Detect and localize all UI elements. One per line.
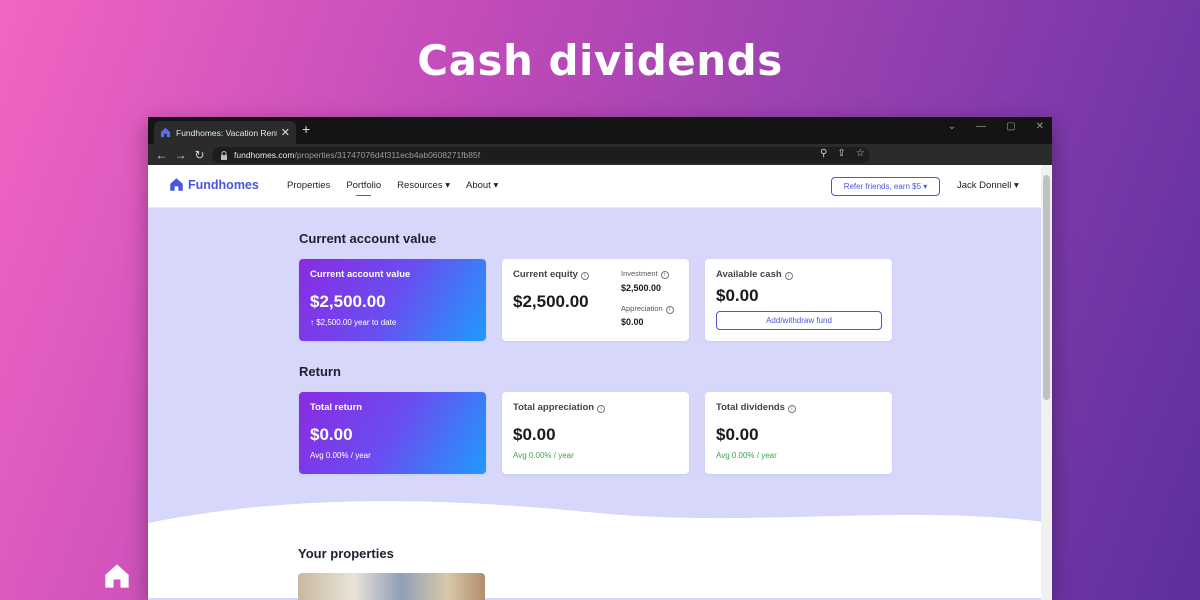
home-logo-icon: [170, 178, 183, 191]
menu-item-portfolio[interactable]: Portfolio: [346, 180, 381, 196]
investment-label: Investment i: [621, 269, 669, 279]
card-label: Current account value: [310, 269, 411, 280]
chevron-down-icon[interactable]: ⌄: [948, 121, 956, 132]
card-value: $0.00: [513, 425, 556, 444]
info-icon[interactable]: i: [660, 271, 669, 279]
address-bar: ← → ↻ fundhomes.com/properties/31747076d…: [148, 144, 1052, 165]
card-total-appreciation: Total appreciation i $0.00 Avg 0.00% / ye…: [502, 392, 689, 474]
lock-icon: [221, 150, 227, 160]
home-logo-icon: [160, 127, 171, 138]
main-menu: Properties Portfolio Resources ▾ About ▾: [287, 180, 514, 196]
window-controls: ⌄ — ▢ ✕: [948, 121, 1044, 132]
minimize-icon[interactable]: —: [976, 121, 986, 132]
back-arrow-icon[interactable]: ←: [152, 148, 171, 162]
maximize-icon[interactable]: ▢: [1006, 121, 1015, 132]
card-sub: Avg 0.00% / year: [310, 451, 371, 460]
info-icon[interactable]: i: [784, 272, 793, 280]
share-icon[interactable]: ⇪: [837, 148, 845, 159]
section-title-account: Current account value: [299, 231, 437, 246]
card-current-account-value: Current account value $2,500.00 ↑ $2,500…: [299, 259, 486, 341]
brand-name: Fundhomes: [188, 177, 259, 192]
browser-window: Fundhomes: Vacation Rental Inve ✕ + ⌄ — …: [148, 117, 1052, 600]
appreciation-label: Appreciation i: [621, 304, 674, 314]
tab-title: Fundhomes: Vacation Rental Inve: [176, 127, 277, 138]
card-value: $2,500.00: [310, 292, 386, 311]
section-title-return: Return: [299, 364, 341, 379]
user-menu[interactable]: Jack Donnell ▾: [957, 180, 1019, 191]
close-icon[interactable]: ✕: [1036, 121, 1044, 132]
card-sub: Avg 0.00% / year: [513, 451, 574, 460]
scrollbar[interactable]: [1041, 165, 1052, 600]
url-path: /properties/31747076d4f311ecb4ab0608271f…: [294, 150, 481, 160]
card-total-dividends: Total dividends i $0.00 Avg 0.00% / year: [705, 392, 892, 474]
info-icon[interactable]: i: [665, 306, 674, 314]
property-card-image[interactable]: [298, 573, 485, 600]
section-title-properties: Your properties: [298, 546, 394, 561]
scroll-thumb[interactable]: [1043, 175, 1050, 400]
card-value: $0.00: [716, 425, 759, 444]
dashboard: Current account value Current account va…: [148, 208, 1052, 600]
tab-bar: Fundhomes: Vacation Rental Inve ✕ + ⌄ — …: [148, 117, 1052, 144]
card-label: Available cash i: [716, 269, 793, 280]
site-nav: Fundhomes Properties Portfolio Resources…: [148, 165, 1052, 208]
new-tab-button[interactable]: +: [302, 121, 310, 137]
web-page: Fundhomes Properties Portfolio Resources…: [148, 165, 1052, 600]
info-icon[interactable]: i: [597, 405, 606, 413]
menu-item-properties[interactable]: Properties: [287, 180, 330, 191]
card-value: $2,500.00: [513, 292, 589, 311]
properties-area: [148, 538, 1052, 598]
star-icon[interactable]: ☆: [856, 148, 865, 159]
card-available-cash: Available cash i $0.00 Add/withdraw fund: [705, 259, 892, 341]
forward-arrow-icon[interactable]: →: [171, 148, 190, 162]
home-logo-icon: [105, 564, 129, 588]
hero-title: Cash dividends: [417, 36, 783, 85]
close-icon[interactable]: ✕: [281, 126, 290, 139]
card-total-return: Total return $0.00 Avg 0.00% / year: [299, 392, 486, 474]
card-label: Total dividends i: [716, 402, 796, 413]
url-host: fundhomes.com: [234, 150, 295, 160]
investment-value: $2,500.00: [621, 283, 662, 293]
zoom-icon[interactable]: ⚲: [820, 148, 827, 159]
url-input[interactable]: fundhomes.com/properties/31747076d4f311e…: [212, 147, 870, 163]
info-icon[interactable]: i: [580, 272, 589, 280]
card-sub: ↑ $2,500.00 year to date: [310, 318, 397, 327]
menu-item-about[interactable]: About ▾: [466, 180, 498, 191]
card-label: Total return: [310, 402, 363, 413]
card-value: $0.00: [716, 286, 759, 305]
card-label: Current equity i: [513, 269, 589, 280]
card-current-equity: Current equity i $2,500.00 Investment i $2…: [502, 259, 689, 341]
card-value: $0.00: [310, 425, 353, 444]
refer-friends-button[interactable]: Refer friends, earn $5 ▾: [831, 177, 940, 196]
add-withdraw-fund-button[interactable]: Add/withdraw fund: [716, 311, 882, 330]
appreciation-value: $0.00: [621, 317, 644, 327]
menu-item-resources[interactable]: Resources ▾: [397, 180, 450, 191]
brand[interactable]: Fundhomes: [169, 177, 259, 192]
card-sub: Avg 0.00% / year: [716, 451, 777, 460]
card-label: Total appreciation i: [513, 402, 606, 413]
info-icon[interactable]: i: [787, 405, 796, 413]
reload-icon[interactable]: ↻: [190, 148, 209, 162]
browser-tab[interactable]: Fundhomes: Vacation Rental Inve ✕: [154, 121, 296, 144]
